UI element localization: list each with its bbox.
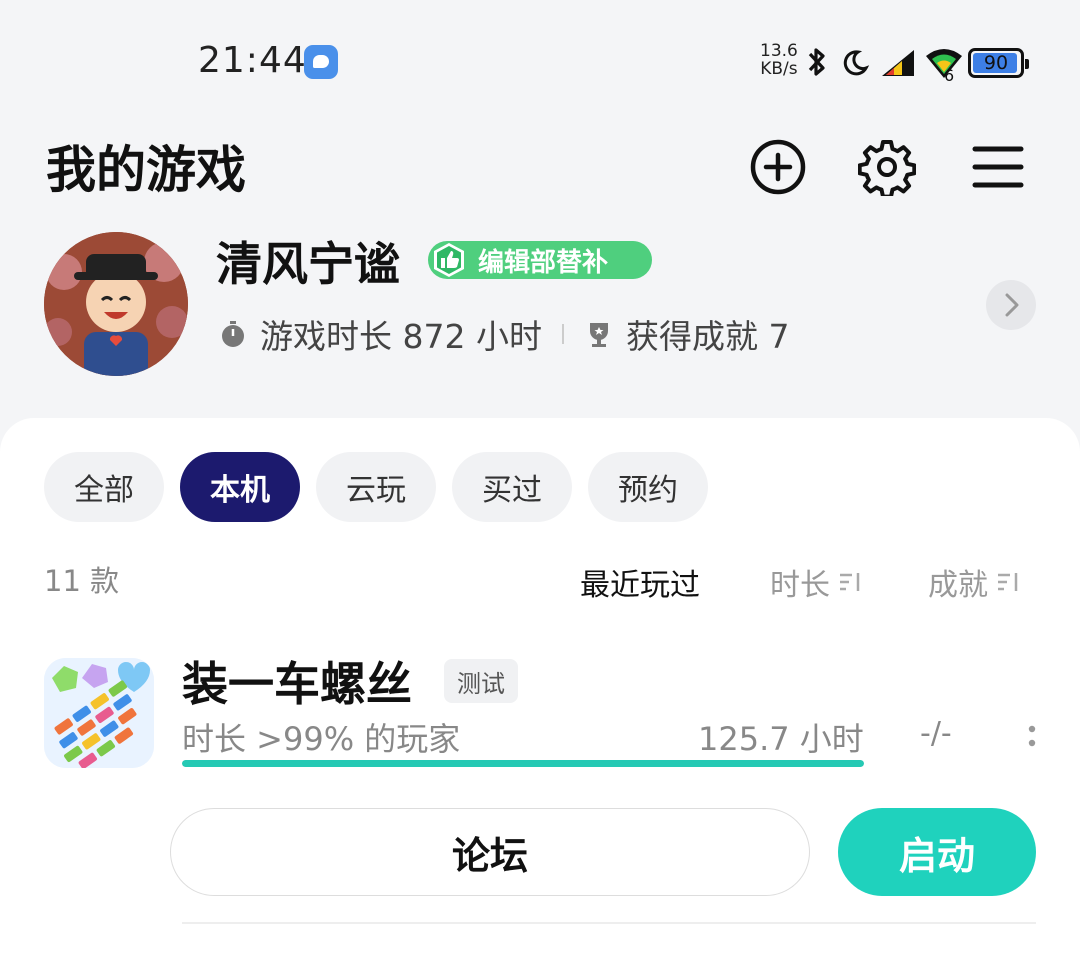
tab-reserved[interactable]: 预约: [588, 452, 708, 522]
battery-icon: 90: [968, 48, 1029, 78]
signal-icon: [882, 50, 914, 76]
tab-all[interactable]: 全部: [44, 452, 164, 522]
sort-order-icon: [840, 573, 860, 591]
thumbs-up-icon: [434, 243, 464, 277]
stopwatch-icon: [222, 321, 244, 347]
game-icon[interactable]: [44, 658, 154, 768]
playtime-progress-fill: [182, 760, 864, 767]
achievements-label: 获得成就 7: [625, 317, 790, 356]
game-name[interactable]: 装一车螺丝: [182, 648, 412, 714]
gear-icon[interactable]: [858, 138, 916, 196]
battery-level: 90: [983, 52, 1009, 74]
duration-rank: 时长 >99% 的玩家: [182, 720, 461, 758]
status-bar: 21:44 13.6 KB/s 6 90: [0, 0, 1080, 120]
play-hours: 125.7 小时: [698, 720, 864, 758]
network-speed: 13.6 KB/s: [760, 42, 798, 78]
page-title: 我的游戏: [46, 141, 246, 199]
message-app-icon: [304, 45, 338, 79]
sort-achievements-label: 成就: [928, 568, 988, 603]
achievement-ratio: -/-: [920, 716, 952, 751]
sort-recent-label: 最近玩过: [580, 568, 700, 603]
bluetooth-icon: [808, 48, 825, 76]
forum-button[interactable]: 论坛: [170, 808, 810, 896]
sort-recent[interactable]: 最近玩过: [580, 560, 700, 604]
chevron-right-icon: [1005, 293, 1019, 317]
launch-button[interactable]: 启动: [838, 808, 1036, 896]
test-tag: 测试: [444, 659, 518, 703]
editor-badge-label: 编辑部替补: [478, 247, 609, 278]
tab-purchased[interactable]: 买过: [452, 452, 572, 522]
network-speed-unit: KB/s: [760, 59, 798, 79]
username: 清风宁谧: [216, 237, 400, 291]
avatar[interactable]: [44, 232, 188, 376]
stats-divider: [561, 324, 564, 344]
sort-duration-label: 时长: [770, 568, 830, 603]
sort-order-icon: [998, 573, 1018, 591]
profile-detail-button[interactable]: [986, 280, 1036, 330]
game-count: 11 款: [44, 564, 120, 598]
moon-icon: [843, 50, 870, 76]
network-speed-value: 13.6: [760, 41, 798, 61]
more-options-icon[interactable]: [1028, 724, 1036, 748]
playtime-progress-bar: [182, 760, 864, 767]
profile-stats: 游戏时长 872 小时 获得成就 7: [218, 310, 789, 358]
tab-cloud[interactable]: 云玩: [316, 452, 436, 522]
list-divider: [182, 922, 1036, 924]
avatar-illustration: [44, 232, 188, 376]
tab-local[interactable]: 本机: [180, 452, 300, 522]
editor-badge: 编辑部替补: [428, 241, 652, 279]
screw-game-icon: [44, 658, 154, 768]
menu-icon[interactable]: [969, 138, 1027, 196]
add-circle-icon[interactable]: [749, 138, 807, 196]
sort-achievements[interactable]: 成就: [928, 560, 1020, 604]
wifi-standard-label: 6: [944, 66, 955, 85]
trophy-icon: [589, 323, 608, 347]
filter-tabs: 全部 本机 云玩 买过 预约: [44, 452, 708, 522]
playtime-label: 游戏时长 872 小时: [260, 317, 542, 356]
sort-duration[interactable]: 时长: [770, 560, 862, 604]
status-time: 21:44: [198, 40, 307, 81]
